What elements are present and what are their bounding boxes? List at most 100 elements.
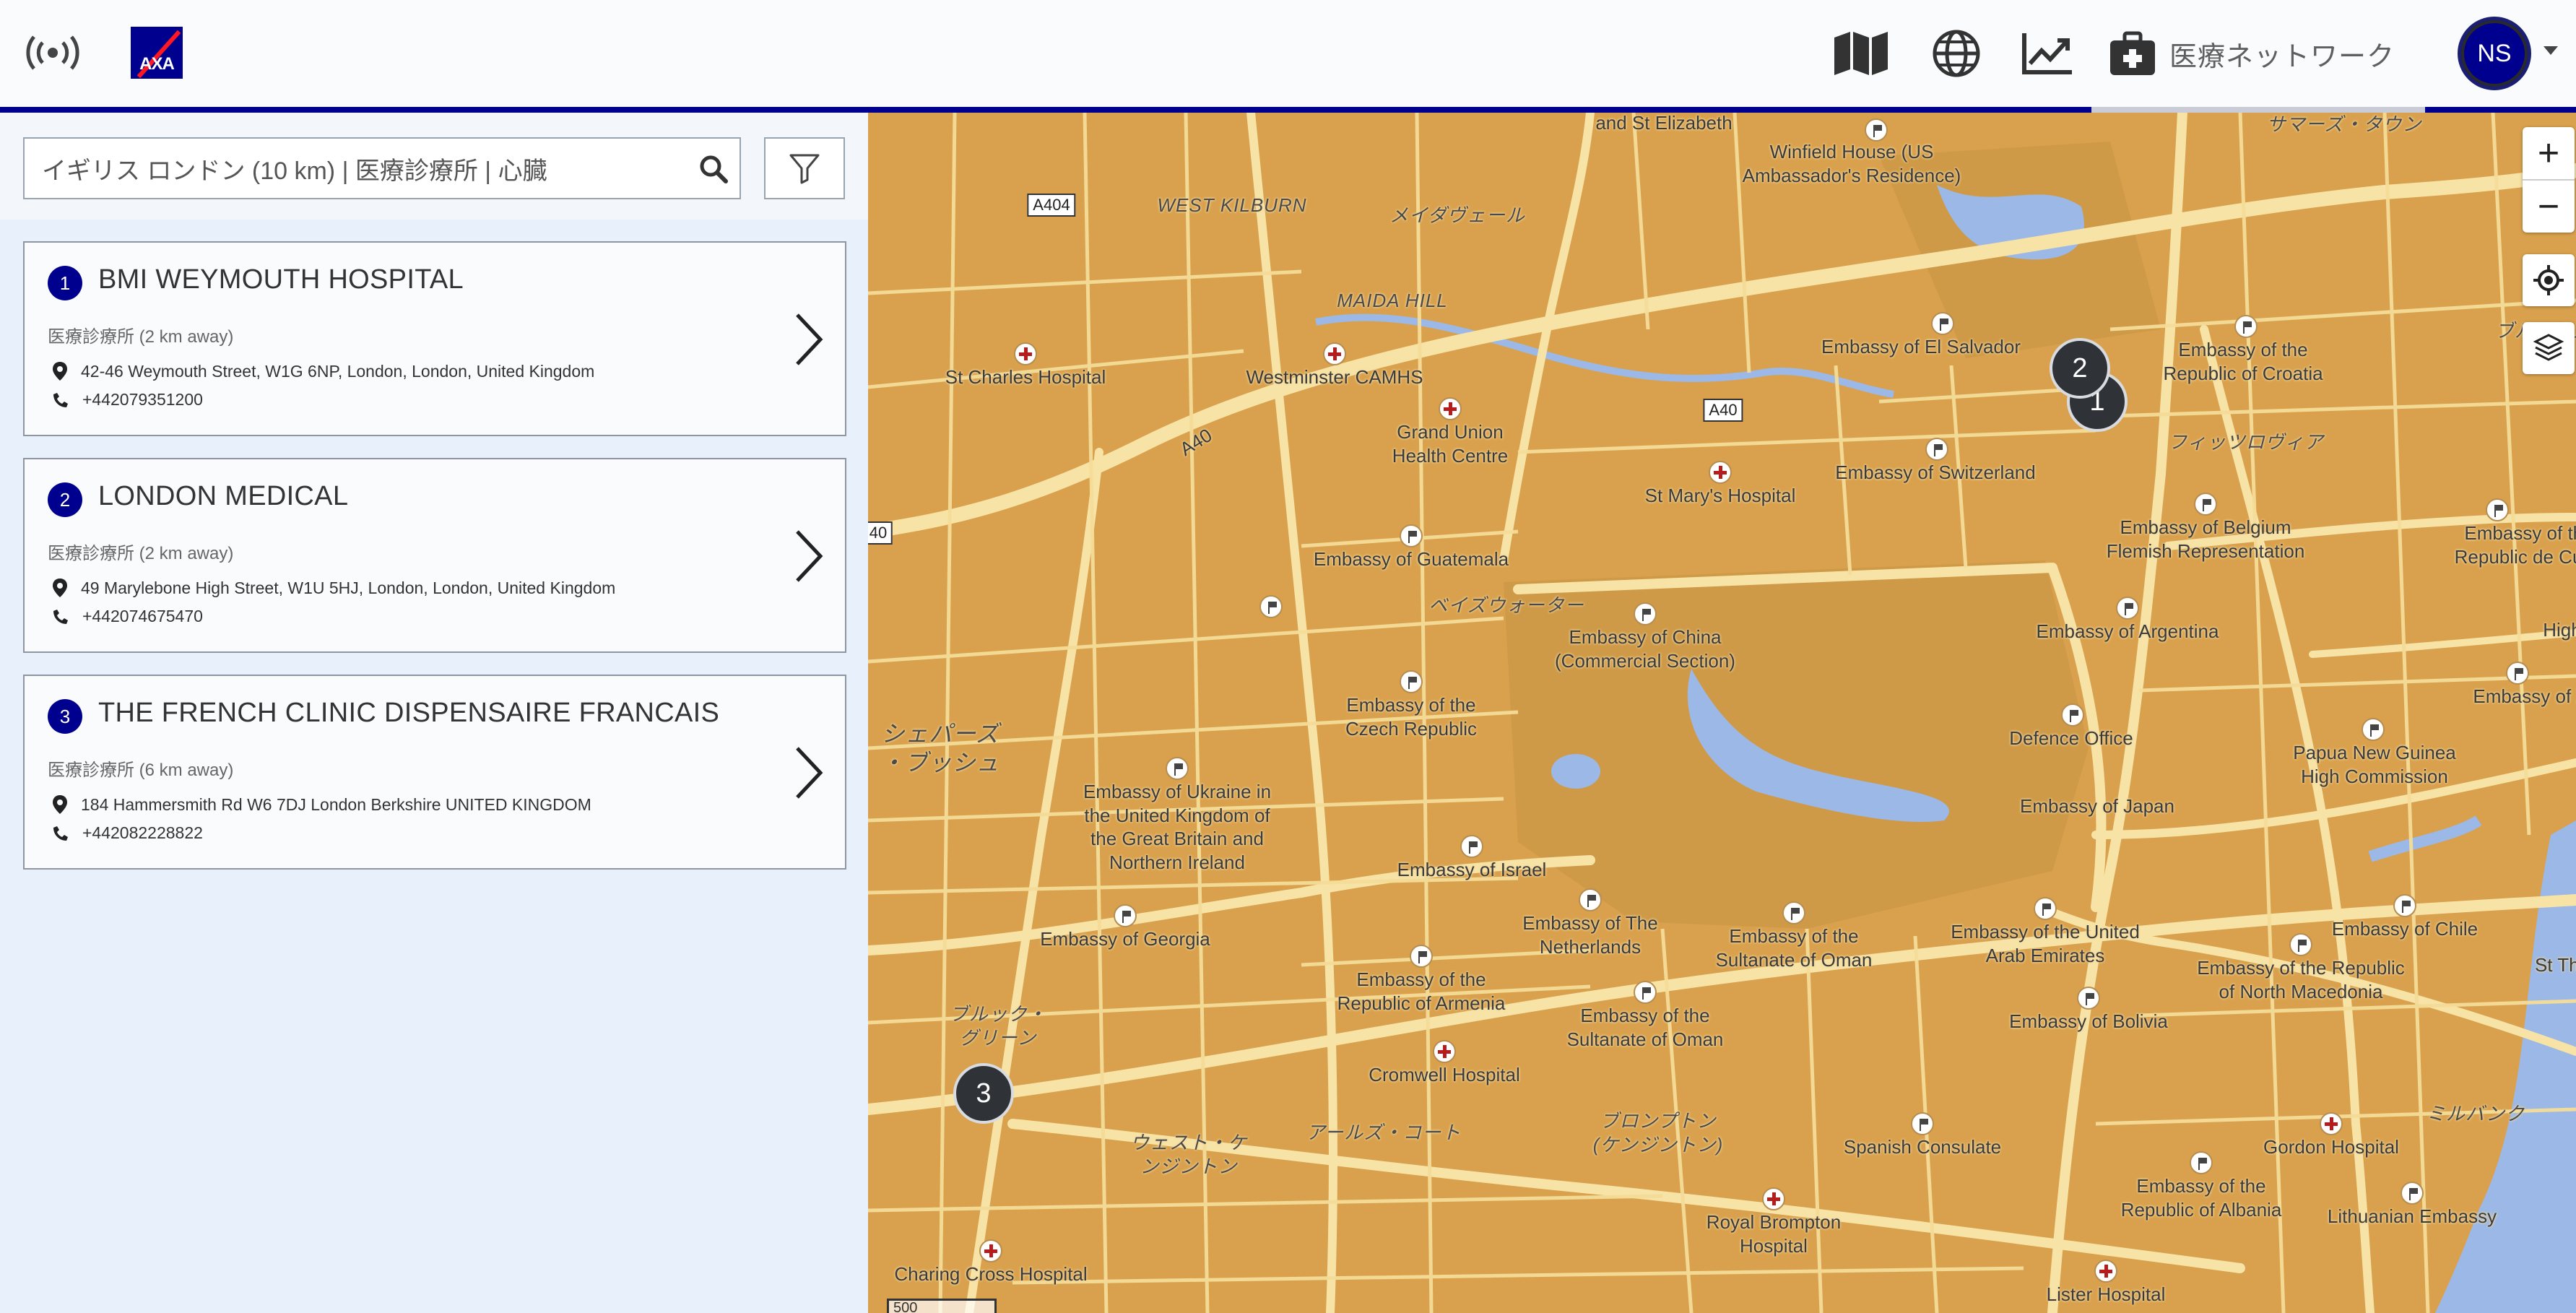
location-pin-icon xyxy=(53,362,67,381)
flag-icon[interactable] xyxy=(2289,933,2312,956)
poi-china: Embassy of China (Commercial Section) xyxy=(1555,626,1735,672)
flag-icon[interactable] xyxy=(2393,894,2416,917)
phone-icon xyxy=(53,392,68,407)
phone-row: +442082228822 xyxy=(52,823,203,843)
axa-logo[interactable]: AXA xyxy=(131,27,183,79)
flag-icon[interactable] xyxy=(1166,757,1189,780)
poi-el-salvador: Embassy of El Salvador xyxy=(1821,336,2021,358)
district-earls-court: アールズ・コート xyxy=(1306,1122,1462,1143)
layers-button[interactable] xyxy=(2523,322,2575,374)
flag-icon[interactable] xyxy=(2401,1182,2424,1205)
poi-israel: Embassy of Israel xyxy=(1397,859,1547,880)
location-pin-icon xyxy=(53,795,67,814)
poi-japan: Embassy of Japan xyxy=(2020,795,2174,817)
zoom-in-button[interactable]: + xyxy=(2523,127,2575,179)
district-shepherds-bush: シェパーズ ・ブッシュ xyxy=(880,721,1000,776)
road-a40: A40 xyxy=(1703,399,1743,422)
zoom-out-button[interactable]: − xyxy=(2523,181,2575,233)
district-brompton: ブロンプトン (ケンジントン) xyxy=(1592,1110,1724,1156)
flag-icon[interactable] xyxy=(2194,493,2217,516)
hospital-icon[interactable] xyxy=(1014,342,1037,365)
flag-icon[interactable] xyxy=(1114,904,1137,927)
hospital-icon[interactable] xyxy=(1709,461,1732,484)
poi-armenia: Embassy of the Republic of Armenia xyxy=(1337,968,1506,1014)
flag-icon[interactable] xyxy=(2506,662,2529,685)
poi-switzerland: Embassy of Switzerland xyxy=(1835,462,2036,483)
search-box[interactable] xyxy=(23,137,741,199)
hospital-icon[interactable] xyxy=(1323,342,1346,365)
poi-ukraine: Embassy of Ukraine in the United Kingdom… xyxy=(1083,781,1272,873)
poi-netherlands: Embassy of The Netherlands xyxy=(1522,912,1658,958)
hospital-icon[interactable] xyxy=(979,1239,1002,1262)
flag-icon[interactable] xyxy=(1634,602,1657,625)
flag-icon[interactable] xyxy=(2362,718,2385,741)
result-phone[interactable]: +442082228822 xyxy=(82,823,203,843)
chevron-down-icon[interactable] xyxy=(2544,46,2558,55)
flag-icon[interactable] xyxy=(1579,888,1602,911)
location-pin-icon xyxy=(53,578,67,597)
map-cluster-marker[interactable]: 3 xyxy=(953,1063,1014,1124)
poi-gordon-hospital: Gordon Hospital xyxy=(2263,1136,2399,1158)
flag-icon[interactable] xyxy=(1460,835,1483,858)
search-input[interactable] xyxy=(25,139,675,197)
hospital-icon[interactable] xyxy=(2094,1260,2117,1283)
result-phone[interactable]: +442079351200 xyxy=(82,390,203,410)
user-avatar[interactable]: NS xyxy=(2458,17,2531,90)
filter-button[interactable] xyxy=(764,137,845,199)
flag-icon[interactable] xyxy=(2190,1151,2213,1174)
flag-icon[interactable] xyxy=(1925,438,1948,461)
poi-zimbabwe: Embassy of Zimba xyxy=(2473,685,2576,707)
poi-cromwell-hospital: Cromwell Hospital xyxy=(1369,1064,1520,1086)
flag-icon[interactable] xyxy=(1259,595,1283,618)
flag-icon[interactable] xyxy=(1931,312,1954,335)
map-icon[interactable] xyxy=(1829,25,1894,82)
search-strip xyxy=(0,113,868,220)
layers-icon xyxy=(2533,334,2564,361)
result-name: BMI WEYMOUTH HOSPITAL xyxy=(98,264,464,295)
result-number: 1 xyxy=(48,266,82,300)
flag-icon[interactable] xyxy=(2486,498,2509,521)
poi-charing-cross: Charing Cross Hospital xyxy=(894,1263,1088,1285)
flag-icon[interactable] xyxy=(2061,703,2084,727)
phone-row: +442079351200 xyxy=(52,390,203,410)
filter-icon xyxy=(789,154,820,184)
flag-icon[interactable] xyxy=(1911,1112,1934,1135)
district-maida-hill: MAIDA HILL xyxy=(1337,290,1448,311)
chevron-right-icon[interactable] xyxy=(793,745,825,800)
phone-row: +442074675470 xyxy=(52,607,203,626)
hospital-icon[interactable] xyxy=(1433,1040,1456,1063)
flag-icon[interactable] xyxy=(1782,901,1805,924)
chevron-right-icon[interactable] xyxy=(793,312,825,367)
chevron-right-icon[interactable] xyxy=(793,529,825,584)
hospital-icon[interactable] xyxy=(2320,1112,2343,1135)
search-icon[interactable] xyxy=(699,155,728,183)
hospital-icon[interactable] xyxy=(1439,397,1462,420)
map-view[interactable]: WEST KILBURN MAIDA HILL メイダヴェール ベイズウォーター… xyxy=(868,113,2576,1313)
medical-network-nav[interactable]: 医療ネットワーク xyxy=(2109,25,2395,82)
flag-icon[interactable] xyxy=(1400,670,1423,693)
broadcast-icon[interactable] xyxy=(20,26,85,79)
flag-icon[interactable] xyxy=(1865,118,1888,142)
flag-icon[interactable] xyxy=(2234,315,2258,338)
globe-icon[interactable] xyxy=(1924,25,1989,82)
result-card[interactable]: 3 THE FRENCH CLINIC DISPENSAIRE FRANCAIS… xyxy=(23,675,846,870)
flag-icon[interactable] xyxy=(1410,945,1433,968)
flag-icon[interactable] xyxy=(1634,981,1657,1004)
flag-icon[interactable] xyxy=(2077,987,2100,1010)
phone-icon xyxy=(53,826,68,841)
poi-high: High xyxy=(2543,619,2576,641)
result-phone[interactable]: +442074675470 xyxy=(82,607,203,626)
poi-uae: Embassy of the United Arab Emirates xyxy=(1951,921,2140,966)
chart-icon[interactable] xyxy=(2015,25,2080,82)
map-cluster-marker[interactable]: 2 xyxy=(2050,338,2110,399)
poi-czech: Embassy of the Czech Republic xyxy=(1345,694,1478,740)
hospital-icon[interactable] xyxy=(1762,1187,1785,1210)
result-card[interactable]: 2 LONDON MEDICAL 医療診療所 (2 km away) 49 Ma… xyxy=(23,458,846,653)
flag-icon[interactable] xyxy=(1400,524,1423,547)
flag-icon[interactable] xyxy=(2116,597,2139,620)
poi-papua-new-guinea: Papua New Guinea High Commission xyxy=(2293,742,2456,787)
results-sidebar: 1 BMI WEYMOUTH HOSPITAL 医療診療所 (2 km away… xyxy=(0,113,868,1313)
locate-button[interactable] xyxy=(2523,254,2575,306)
flag-icon[interactable] xyxy=(2034,897,2057,920)
result-card[interactable]: 1 BMI WEYMOUTH HOSPITAL 医療診療所 (2 km away… xyxy=(23,241,846,436)
